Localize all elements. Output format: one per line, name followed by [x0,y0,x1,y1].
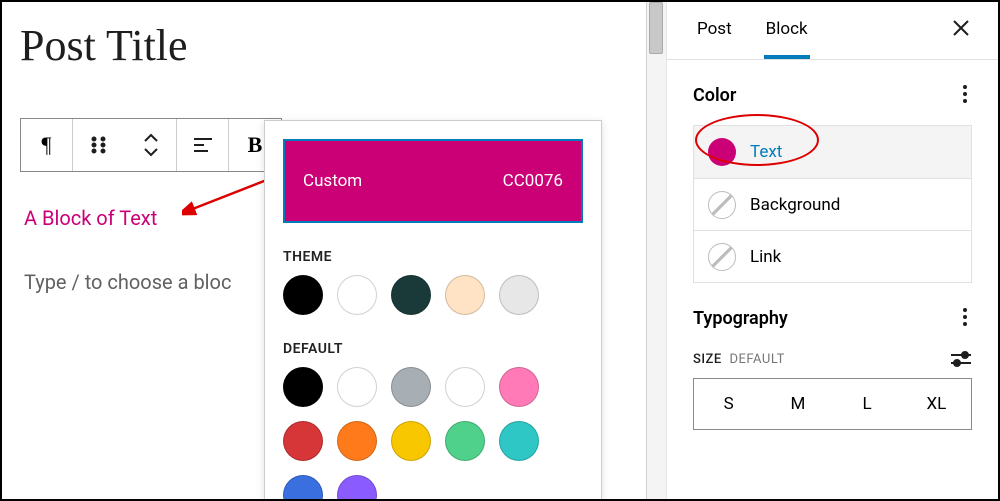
color-swatch[interactable] [283,275,323,315]
color-swatch[interactable] [337,367,377,407]
color-swatch[interactable] [337,475,377,501]
color-section-title: Color [693,85,736,106]
color-row-background[interactable]: Background [694,178,971,230]
align-icon[interactable] [177,119,229,171]
background-color-indicator [708,191,736,219]
block-placeholder[interactable]: Type / to choose a bloc [24,270,231,294]
color-swatch[interactable] [445,275,485,315]
color-row-link[interactable]: Link [694,230,971,282]
move-up-down-icon[interactable] [125,119,177,171]
color-section-options-button[interactable] [958,80,972,111]
default-swatches [283,367,583,501]
custom-color-value: CC0076 [503,171,563,191]
color-row-label: Link [750,247,781,267]
color-swatch[interactable] [337,275,377,315]
paragraph-block-icon[interactable]: ¶ [21,119,73,171]
size-option-s[interactable]: S [694,379,763,429]
annotation-highlight-oval [695,114,819,166]
color-swatch[interactable] [283,421,323,461]
settings-sidebar: Post Block Color Text [646,2,998,499]
typography-section-title: Typography [693,308,788,329]
custom-size-button[interactable] [950,350,972,368]
color-popover: Custom CC0076 THEME DEFAULT [264,120,602,501]
color-swatch[interactable] [445,421,485,461]
size-option-m[interactable]: M [763,379,832,429]
drag-handle-icon[interactable] [73,119,125,171]
color-swatch[interactable] [499,421,539,461]
scrollbar-thumb[interactable] [649,2,663,54]
link-color-indicator [708,243,736,271]
default-palette-label: DEFAULT [283,341,583,357]
block-toolbar: ¶ B [20,118,282,172]
custom-color-label: Custom [303,171,362,191]
color-swatch[interactable] [499,275,539,315]
color-row-label: Background [750,195,840,215]
size-option-xl[interactable]: XL [902,379,971,429]
color-swatch[interactable] [283,475,323,501]
theme-swatches [283,275,583,315]
color-swatch[interactable] [391,421,431,461]
tab-block[interactable]: Block [764,3,810,59]
custom-color-box[interactable]: Custom CC0076 [283,139,583,223]
color-swatch[interactable] [391,275,431,315]
color-swatch[interactable] [391,367,431,407]
sidebar-scrollbar[interactable] [647,2,667,499]
color-swatch[interactable] [337,421,377,461]
post-title[interactable]: Post Title [20,20,623,71]
color-swatch[interactable] [499,367,539,407]
close-sidebar-button[interactable] [952,18,970,43]
size-options: S M L XL [693,378,972,430]
theme-palette-label: THEME [283,249,583,265]
block-paragraph-text[interactable]: A Block of Text [24,206,157,230]
color-swatch[interactable] [283,367,323,407]
tab-post[interactable]: Post [695,3,734,58]
color-swatch[interactable] [445,367,485,407]
typography-section-options-button[interactable] [958,303,972,334]
size-label: SIZE DEFAULT [693,352,785,367]
size-option-l[interactable]: L [833,379,902,429]
